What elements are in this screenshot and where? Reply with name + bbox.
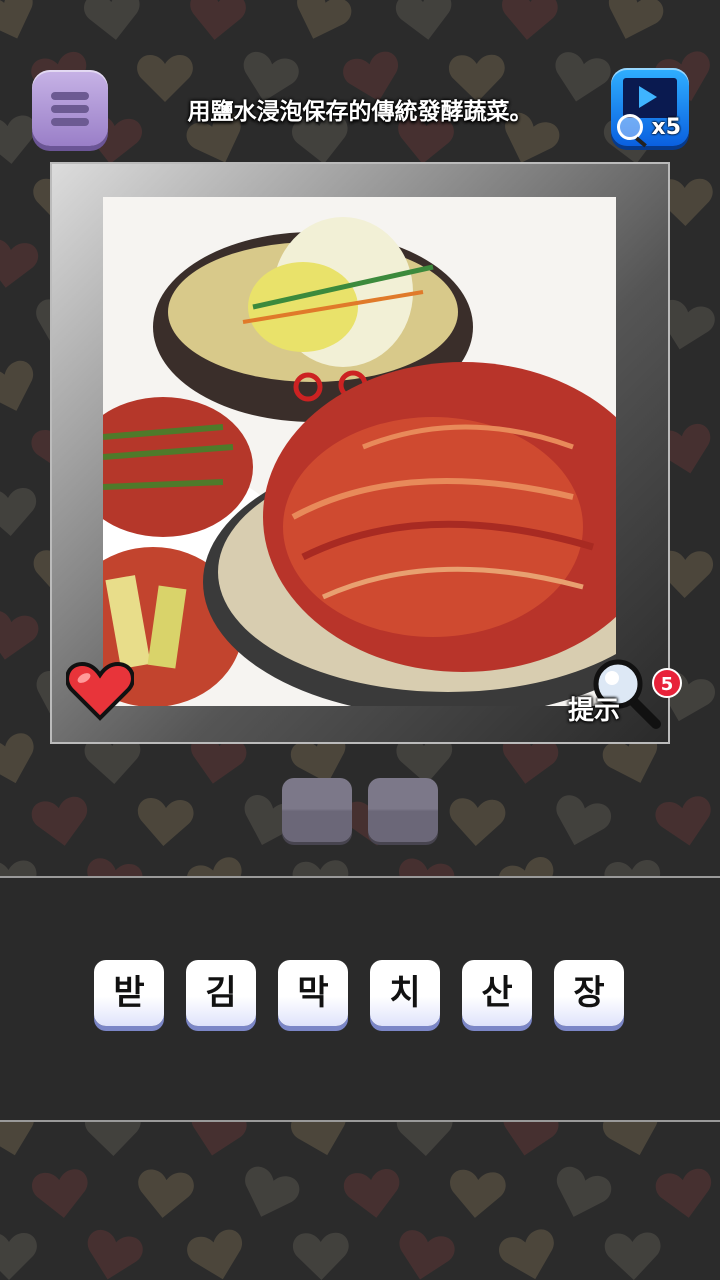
background-heart — [190, 0, 246, 40]
hamburger-menu-icon — [51, 92, 89, 100]
clue-text: 用鹽水浸泡保存的傳統發酵蔬菜。 — [187, 99, 533, 125]
background-heart — [395, 0, 452, 40]
letter-tile[interactable]: 김 — [186, 960, 256, 1026]
background-heart — [450, 1169, 506, 1218]
background-heart — [84, 0, 140, 40]
background-heart — [556, 1166, 612, 1217]
background-heart — [655, 1168, 712, 1218]
background-heart — [87, 1229, 143, 1280]
magnifier-icon — [617, 114, 643, 140]
answer-slot[interactable] — [282, 778, 352, 842]
background-heart — [343, 1169, 400, 1218]
heart-icon-graphic — [65, 661, 135, 721]
background-heart — [32, 1169, 88, 1218]
hamburger-menu-icon-bar — [51, 105, 89, 113]
watch-video-hint-button[interactable]: x5 — [611, 68, 689, 148]
background-heart — [31, 796, 88, 846]
background-heart — [556, 795, 612, 846]
background-heart — [655, 796, 711, 846]
hamburger-menu-icon-bar — [51, 118, 89, 126]
answer-slot[interactable] — [368, 778, 438, 842]
kimchi-photo — [103, 197, 616, 706]
background-heart — [245, 1166, 300, 1217]
hint-count-badge: 5 — [652, 668, 682, 698]
background-heart — [502, 0, 558, 40]
magnifier-handle — [635, 136, 647, 148]
letter-tile[interactable]: 산 — [462, 960, 532, 1026]
letter-tile[interactable]: 장 — [554, 960, 624, 1026]
background-heart — [0, 239, 39, 288]
background-heart — [138, 1169, 194, 1218]
background-heart — [0, 733, 34, 784]
background-heart — [0, 1233, 37, 1280]
background-heart — [449, 798, 506, 846]
background-heart — [187, 1229, 243, 1280]
background-heart — [499, 1229, 554, 1280]
background-heart — [604, 1232, 661, 1280]
background-heart — [297, 0, 352, 39]
hint-button[interactable]: 提示 5 — [566, 656, 682, 732]
background-heart — [292, 1232, 349, 1280]
letter-tile[interactable]: 막 — [278, 960, 348, 1026]
background-heart — [0, 360, 34, 411]
letter-tile[interactable]: 치 — [370, 960, 440, 1026]
background-heart — [608, 0, 664, 39]
background-heart — [0, 610, 39, 660]
play-icon — [639, 86, 657, 108]
background-heart — [137, 798, 194, 846]
video-multiplier: x5 — [651, 115, 682, 140]
background-heart — [0, 0, 33, 39]
hint-label: 提示 — [568, 696, 621, 726]
heart-icon[interactable] — [65, 660, 135, 722]
kimchi-photo-illustration — [103, 197, 616, 706]
background-heart — [399, 1230, 455, 1280]
background-heart — [0, 488, 37, 536]
letter-tile[interactable]: 받 — [94, 960, 164, 1026]
menu-button[interactable] — [32, 70, 108, 146]
